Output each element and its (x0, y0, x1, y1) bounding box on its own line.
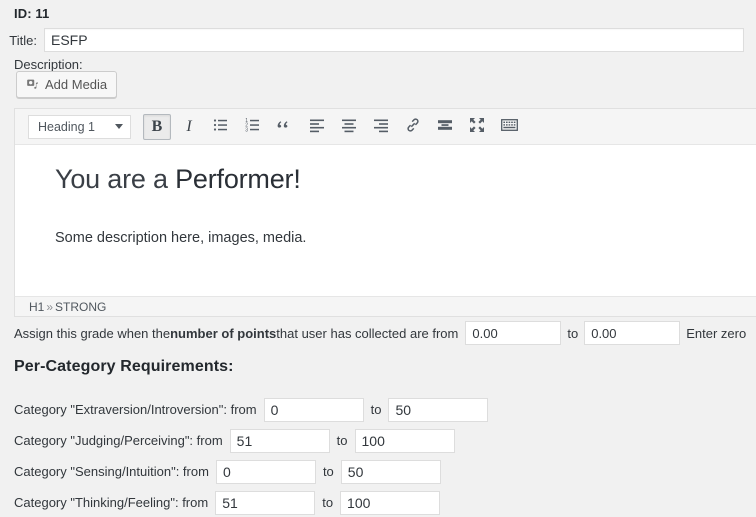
content-heading-strong: Performer! (175, 164, 301, 194)
path-node-strong[interactable]: STRONG (55, 300, 106, 314)
read-more-button[interactable] (431, 114, 459, 140)
title-input[interactable] (44, 28, 744, 52)
path-separator-icon: » (46, 299, 54, 314)
align-center-button[interactable] (335, 114, 363, 140)
bold-button[interactable]: B (143, 113, 171, 140)
category-from-input[interactable] (215, 459, 316, 484)
read-more-icon (437, 118, 453, 135)
keyboard-shortcuts-button[interactable] (495, 114, 523, 140)
italic-button[interactable]: I (175, 114, 203, 140)
align-right-button[interactable] (367, 114, 395, 140)
bulleted-list-icon (213, 117, 229, 136)
grade-points-from-input[interactable] (465, 321, 562, 345)
keyboard-icon (500, 118, 518, 135)
category-to-input[interactable] (340, 490, 441, 515)
italic-icon: I (186, 117, 192, 135)
format-select[interactable]: Heading 1 (28, 114, 131, 139)
fullscreen-icon (469, 117, 485, 136)
align-left-button[interactable] (303, 114, 331, 140)
numbered-list-icon: 1 2 3 (245, 117, 261, 136)
editor-path-bar: H1 » STRONG (14, 296, 756, 317)
grade-rule-trailing-text: Enter zero (686, 325, 747, 341)
blockquote-icon (277, 118, 293, 135)
grade-rule-bold-text: number of points (170, 325, 277, 341)
align-right-icon (373, 117, 389, 136)
category-to-input[interactable] (340, 459, 441, 484)
title-label: Title: (9, 32, 37, 48)
link-icon (405, 117, 421, 136)
category-row: Category "Extraversion/Introversion": fr… (0, 396, 756, 423)
title-row: Title: (0, 28, 756, 52)
category-to-input[interactable] (388, 397, 489, 422)
add-media-label: Add Media (45, 77, 108, 92)
category-to-input[interactable] (354, 428, 455, 453)
record-id: ID: 11 (14, 6, 50, 21)
grade-points-rule-row: Assign this grade when the number of poi… (0, 318, 756, 348)
rich-text-editor: Heading 1 B I 1 2 3 You are a Performer!… (14, 108, 756, 317)
category-to-label: to (322, 464, 334, 479)
bullet-list-button[interactable] (207, 114, 235, 140)
category-label: Category "Thinking/Feeling": from (14, 495, 209, 510)
blockquote-button[interactable] (271, 114, 299, 140)
align-left-icon (309, 117, 325, 136)
category-label: Category "Sensing/Intuition": from (14, 464, 209, 479)
category-from-input[interactable] (215, 490, 316, 515)
distraction-free-button[interactable] (463, 114, 491, 140)
add-media-button[interactable]: Add Media (16, 71, 118, 98)
category-row: Category "Sensing/Intuition": from to (0, 458, 756, 485)
grade-rule-text-after: that user has collected are from (276, 325, 459, 341)
category-to-label: to (370, 402, 382, 417)
path-node-h1[interactable]: H1 (29, 300, 44, 314)
svg-text:3: 3 (245, 127, 248, 133)
grade-edit-screen: ID: 11 Title: Description: Add Media Hea… (0, 0, 756, 517)
grade-rule-text-before: Assign this grade when the (14, 325, 171, 341)
category-to-label: to (336, 433, 348, 448)
chevron-down-icon (115, 124, 123, 129)
per-category-heading: Per-Category Requirements: (14, 358, 234, 375)
content-heading: You are a Performer! (55, 163, 749, 197)
grade-points-to-label: to (567, 325, 579, 341)
category-from-input[interactable] (263, 397, 364, 422)
category-row: Category "Thinking/Feeling": from to (0, 489, 756, 516)
media-icon (25, 77, 40, 92)
bold-icon: B (151, 117, 163, 135)
per-category-list: Category "Extraversion/Introversion": fr… (0, 396, 756, 517)
category-label: Category "Judging/Perceiving": from (14, 433, 223, 448)
align-center-icon (341, 117, 357, 136)
insert-link-button[interactable] (399, 114, 427, 140)
format-select-value: Heading 1 (38, 119, 95, 134)
description-label: Description: (14, 57, 83, 72)
numbered-list-button[interactable]: 1 2 3 (239, 114, 267, 140)
category-label: Category "Extraversion/Introversion": fr… (14, 402, 257, 417)
editor-toolbar: Heading 1 B I 1 2 3 (15, 109, 756, 145)
category-to-label: to (322, 495, 334, 510)
content-paragraph: Some description here, images, media. (55, 229, 307, 246)
editor-content-area[interactable]: You are a Performer! Some description he… (15, 145, 756, 317)
category-row: Category "Judging/Perceiving": from to (0, 427, 756, 454)
grade-points-to-input[interactable] (584, 321, 681, 345)
category-from-input[interactable] (229, 428, 330, 453)
content-heading-prefix: You are a (55, 164, 176, 194)
